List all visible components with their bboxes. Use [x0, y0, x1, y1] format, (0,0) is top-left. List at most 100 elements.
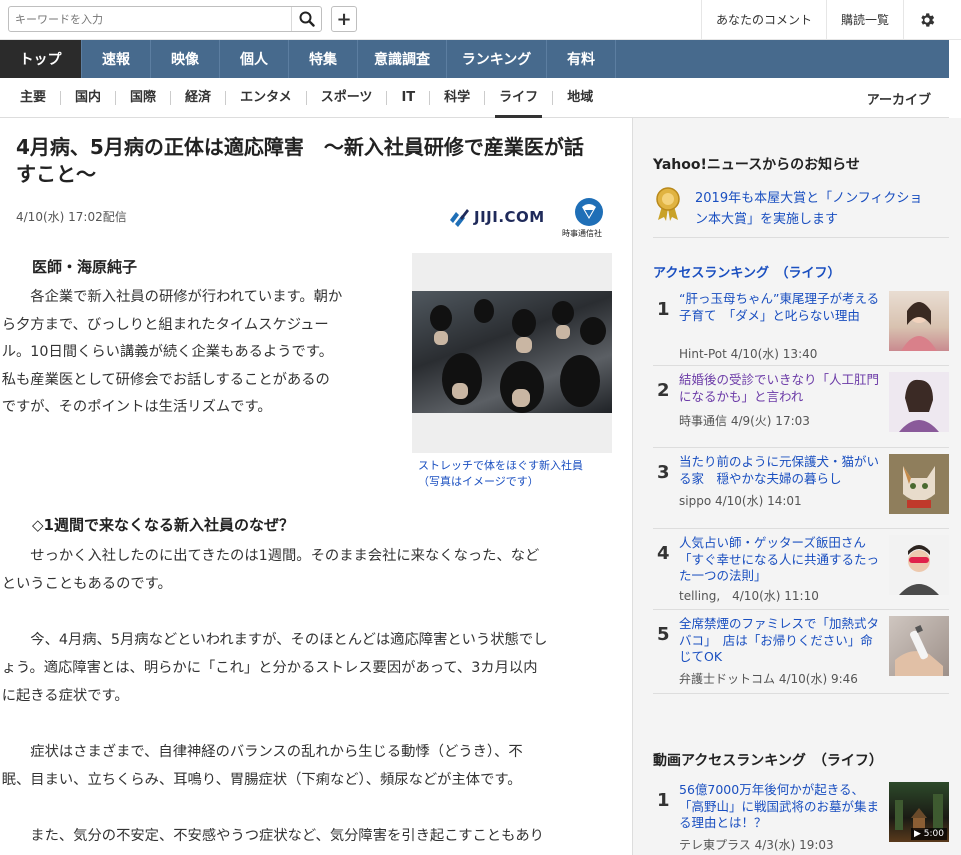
sub-nav: 主要 国内 国際 経済 エンタメ スポーツ IT 科学 ライフ 地域 アーカイブ [0, 78, 949, 118]
article-photo[interactable] [412, 253, 612, 453]
main-nav: トップ 速報 映像 個人 特集 意識調査 ランキング 有料 [0, 40, 949, 78]
paragraph: また、気分の不安定、不安感やうつ症状など、気分障害を引き起こすこともあり [16, 822, 616, 850]
author-name: 医師・海原純子 [32, 258, 138, 276]
ranking-thumbnail[interactable] [889, 616, 949, 676]
ranking-title[interactable]: 全席禁煙のファミレスで「加熱式タバコ」 店は「お帰りください」命じてOK [679, 616, 881, 666]
ranking-title[interactable]: 人気占い師・ゲッターズ飯田さん「すぐ幸せになる人に共通するたった一つの法則」 [679, 535, 881, 585]
notice-line: 2019年も本屋大賞と「ノンフィクショ [695, 191, 923, 206]
search-input[interactable] [9, 7, 293, 31]
ranking-title[interactable]: “肝っ玉母ちゃん”東尾理子が考える子育て 「ダメ」と叱らない理由 [679, 291, 881, 324]
rank-number: 1 [657, 299, 670, 320]
ranking-thumbnail[interactable] [889, 454, 949, 514]
subnav-life[interactable]: ライフ [485, 91, 554, 118]
your-comments-link[interactable]: あなたのコメント [700, 0, 826, 39]
ranking-item[interactable]: 2 結婚後の受診でいきなり「人工肛門になるかも」と言われ 時事通信 4/9(火)… [653, 366, 949, 448]
subnav-science[interactable]: 科学 [430, 91, 486, 105]
paragraph: せっかく入社したのに出てきたのは1週間。そのまま会社に来なくなった、など という… [2, 542, 616, 598]
jiji-mark-icon [450, 209, 469, 227]
subscriptions-link[interactable]: 購読一覧 [825, 0, 903, 39]
subnav-economy[interactable]: 経済 [171, 91, 227, 105]
ranking-meta: sippo 4/10(水) 14:01 [679, 494, 802, 508]
plus-icon: + [336, 8, 352, 30]
text-line: 症状はさまざまで、自律神経のバランスの乱れから生じる動悸（どうき）、不 [30, 744, 523, 760]
text-line: ょう。適応障害とは、明らかに「これ」と分かるストレス要因があって、3カ月以内 [1, 660, 538, 676]
subnav-regional[interactable]: 地域 [553, 91, 607, 105]
rank-number: 2 [657, 380, 670, 401]
rank-number: 4 [657, 543, 670, 564]
nav-survey[interactable]: 意識調査 [358, 40, 447, 78]
text-line: ル。10日間くらい講義が続く企業もあるようです。 [1, 344, 333, 360]
logo-subtext: 時事通信社 [562, 229, 602, 238]
ranking-item[interactable]: 3 当たり前のように元保護犬・猫がいる家 穏やかな夫婦の暮らし sippo 4/… [653, 448, 949, 529]
title-line: すこと～ [16, 162, 96, 186]
nav-feature[interactable]: 特集 [289, 40, 358, 78]
top-bar: + あなたのコメント 購読一覧 [0, 0, 961, 40]
nav-top[interactable]: トップ [0, 40, 82, 78]
video-meta: テレ東プラス 4/3(水) 19:03 [679, 838, 834, 852]
subnav-domestic[interactable]: 国内 [61, 91, 117, 105]
notice-line: ン本大賞」を実施します [695, 212, 839, 227]
text-line: また、気分の不安定、不安感やうつ症状など、気分障害を引き起こすこともあり [30, 828, 544, 844]
ranking-thumbnail[interactable] [889, 291, 949, 351]
text-line: ですが、そのポイントは生活リズムです。 [1, 399, 272, 415]
search-button[interactable] [291, 7, 321, 31]
text-line: ら夕方まで、びっしりと組まれたタイムスケジュー [1, 316, 329, 333]
rank-number: 1 [657, 790, 670, 811]
jiji-logo[interactable]: JIJI.COM 時事通信社 [448, 198, 618, 240]
video-thumbnail[interactable]: ▶ 5:00 [889, 782, 949, 842]
video-ranking-item[interactable]: 1 56億7000万年後何かが起きる、「高野山」に戦国武将のお墓が集まる理由とは… [653, 776, 949, 855]
paragraph: 今、4月病、5月病などといわれますが、そのほとんどは適応障害という状態でし ょう… [2, 626, 616, 710]
gear-icon [920, 12, 934, 27]
nav-breaking[interactable]: 速報 [82, 40, 151, 78]
caption-line: （写真はイメージです） [418, 475, 539, 488]
nav-paid[interactable]: 有料 [547, 40, 616, 78]
paragraph: 症状はさまざまで、自律神経のバランスの乱れから生じる動悸（どうき）、不 眠、目ま… [2, 738, 616, 794]
nav-individual[interactable]: 個人 [220, 40, 289, 78]
nav-video[interactable]: 映像 [151, 40, 220, 78]
ranking-item[interactable]: 5 全席禁煙のファミレスで「加熱式タバコ」 店は「お帰りください」命じてOK 弁… [653, 610, 949, 694]
subnav-sports[interactable]: スポーツ [307, 91, 388, 105]
archive-link[interactable]: アーカイブ [867, 89, 931, 108]
ranking-meta: 弁護士ドットコム 4/10(水) 9:46 [679, 672, 858, 686]
ranking-heading[interactable]: アクセスランキング （ライフ） [653, 262, 840, 281]
publish-date: 4/10(水) 17:02配信 [16, 210, 127, 224]
rank-number: 5 [657, 624, 670, 645]
subnav-main[interactable]: 主要 [6, 91, 62, 105]
rank-number: 3 [657, 462, 670, 483]
video-title[interactable]: 56億7000万年後何かが起きる、「高野山」に戦国武将のお墓が集まる理由とは！？ [679, 782, 881, 832]
logo-text: JIJI.COM [474, 208, 545, 226]
nav-ranking[interactable]: ランキング [447, 40, 547, 78]
video-ranking-heading: 動画アクセスランキング （ライフ） [653, 753, 883, 769]
ranking-thumbnail[interactable] [889, 535, 949, 595]
photo-caption[interactable]: ストレッチで体をほぐす新入社員 （写真はイメージです） [418, 458, 618, 490]
ranking-item[interactable]: 4 人気占い師・ゲッターズ飯田さん「すぐ幸せになる人に共通するたった一つの法則」… [653, 529, 949, 610]
text-line: に起きる症状です。 [1, 688, 129, 704]
text-line: せっかく入社したのに出てきたのは1週間。そのまま会社に来なくなった、など [30, 548, 540, 564]
search-icon [299, 11, 315, 27]
top-links: あなたのコメント 購読一覧 [700, 0, 949, 39]
ranking-thumbnail[interactable] [889, 372, 949, 432]
ranking-meta: 時事通信 4/9(火) 17:03 [679, 414, 810, 428]
ranking-item[interactable]: 1 “肝っ玉母ちゃん”東尾理子が考える子育て 「ダメ」と叱らない理由 Hint-… [653, 285, 949, 366]
section-heading: ◇1週間で来なくなる新入社員のなぜ？ [32, 516, 294, 534]
ranking-meta: Hint-Pot 4/10(水) 13:40 [679, 347, 818, 361]
text-line: 各企業で新入社員の研修が行われています。朝か [30, 289, 343, 305]
notice-item[interactable]: 2019年も本屋大賞と「ノンフィクショ ン本大賞」を実施します [653, 180, 949, 238]
settings-button[interactable] [903, 0, 949, 39]
lead-paragraph: 各企業で新入社員の研修が行われています。朝か ら夕方まで、びっしりと組まれたタイ… [2, 284, 394, 422]
subnav-entertainment[interactable]: エンタメ [226, 91, 307, 105]
caption-line: ストレッチで体をほぐす新入社員 [418, 459, 583, 472]
text-line: 私も産業医として研修会でお話しすることがあるの [1, 371, 330, 388]
subnav-it[interactable]: IT [387, 91, 431, 105]
ranking-title[interactable]: 結婚後の受診でいきなり「人工肛門になるかも」と言われ [679, 372, 881, 405]
add-button[interactable]: + [331, 6, 357, 32]
sidebar: Yahoo!ニュースからのお知らせ 2019年も本屋大賞と「ノンフィクショ ン本… [632, 118, 961, 855]
text-line: 今、4月病、5月病などといわれますが、そのほとんどは適応障害という状態でし [30, 632, 548, 648]
title-line: 4月病、5月病の正体は適応障害 ～新入社員研修で産業医が話 [16, 135, 584, 159]
text-line: 眠、目まい、立ちくらみ、耳鳴り、胃腸症状（下痢など）、頻尿などが主体です。 [1, 772, 522, 788]
search-box [8, 6, 322, 32]
article: 4月病、5月病の正体は適応障害 ～新入社員研修で産業医が話 すこと～ 4/10(… [0, 118, 632, 855]
jiji-emblem-icon [575, 198, 603, 226]
ranking-title[interactable]: 当たり前のように元保護犬・猫がいる家 穏やかな夫婦の暮らし [679, 454, 881, 487]
subnav-international[interactable]: 国際 [116, 91, 172, 105]
